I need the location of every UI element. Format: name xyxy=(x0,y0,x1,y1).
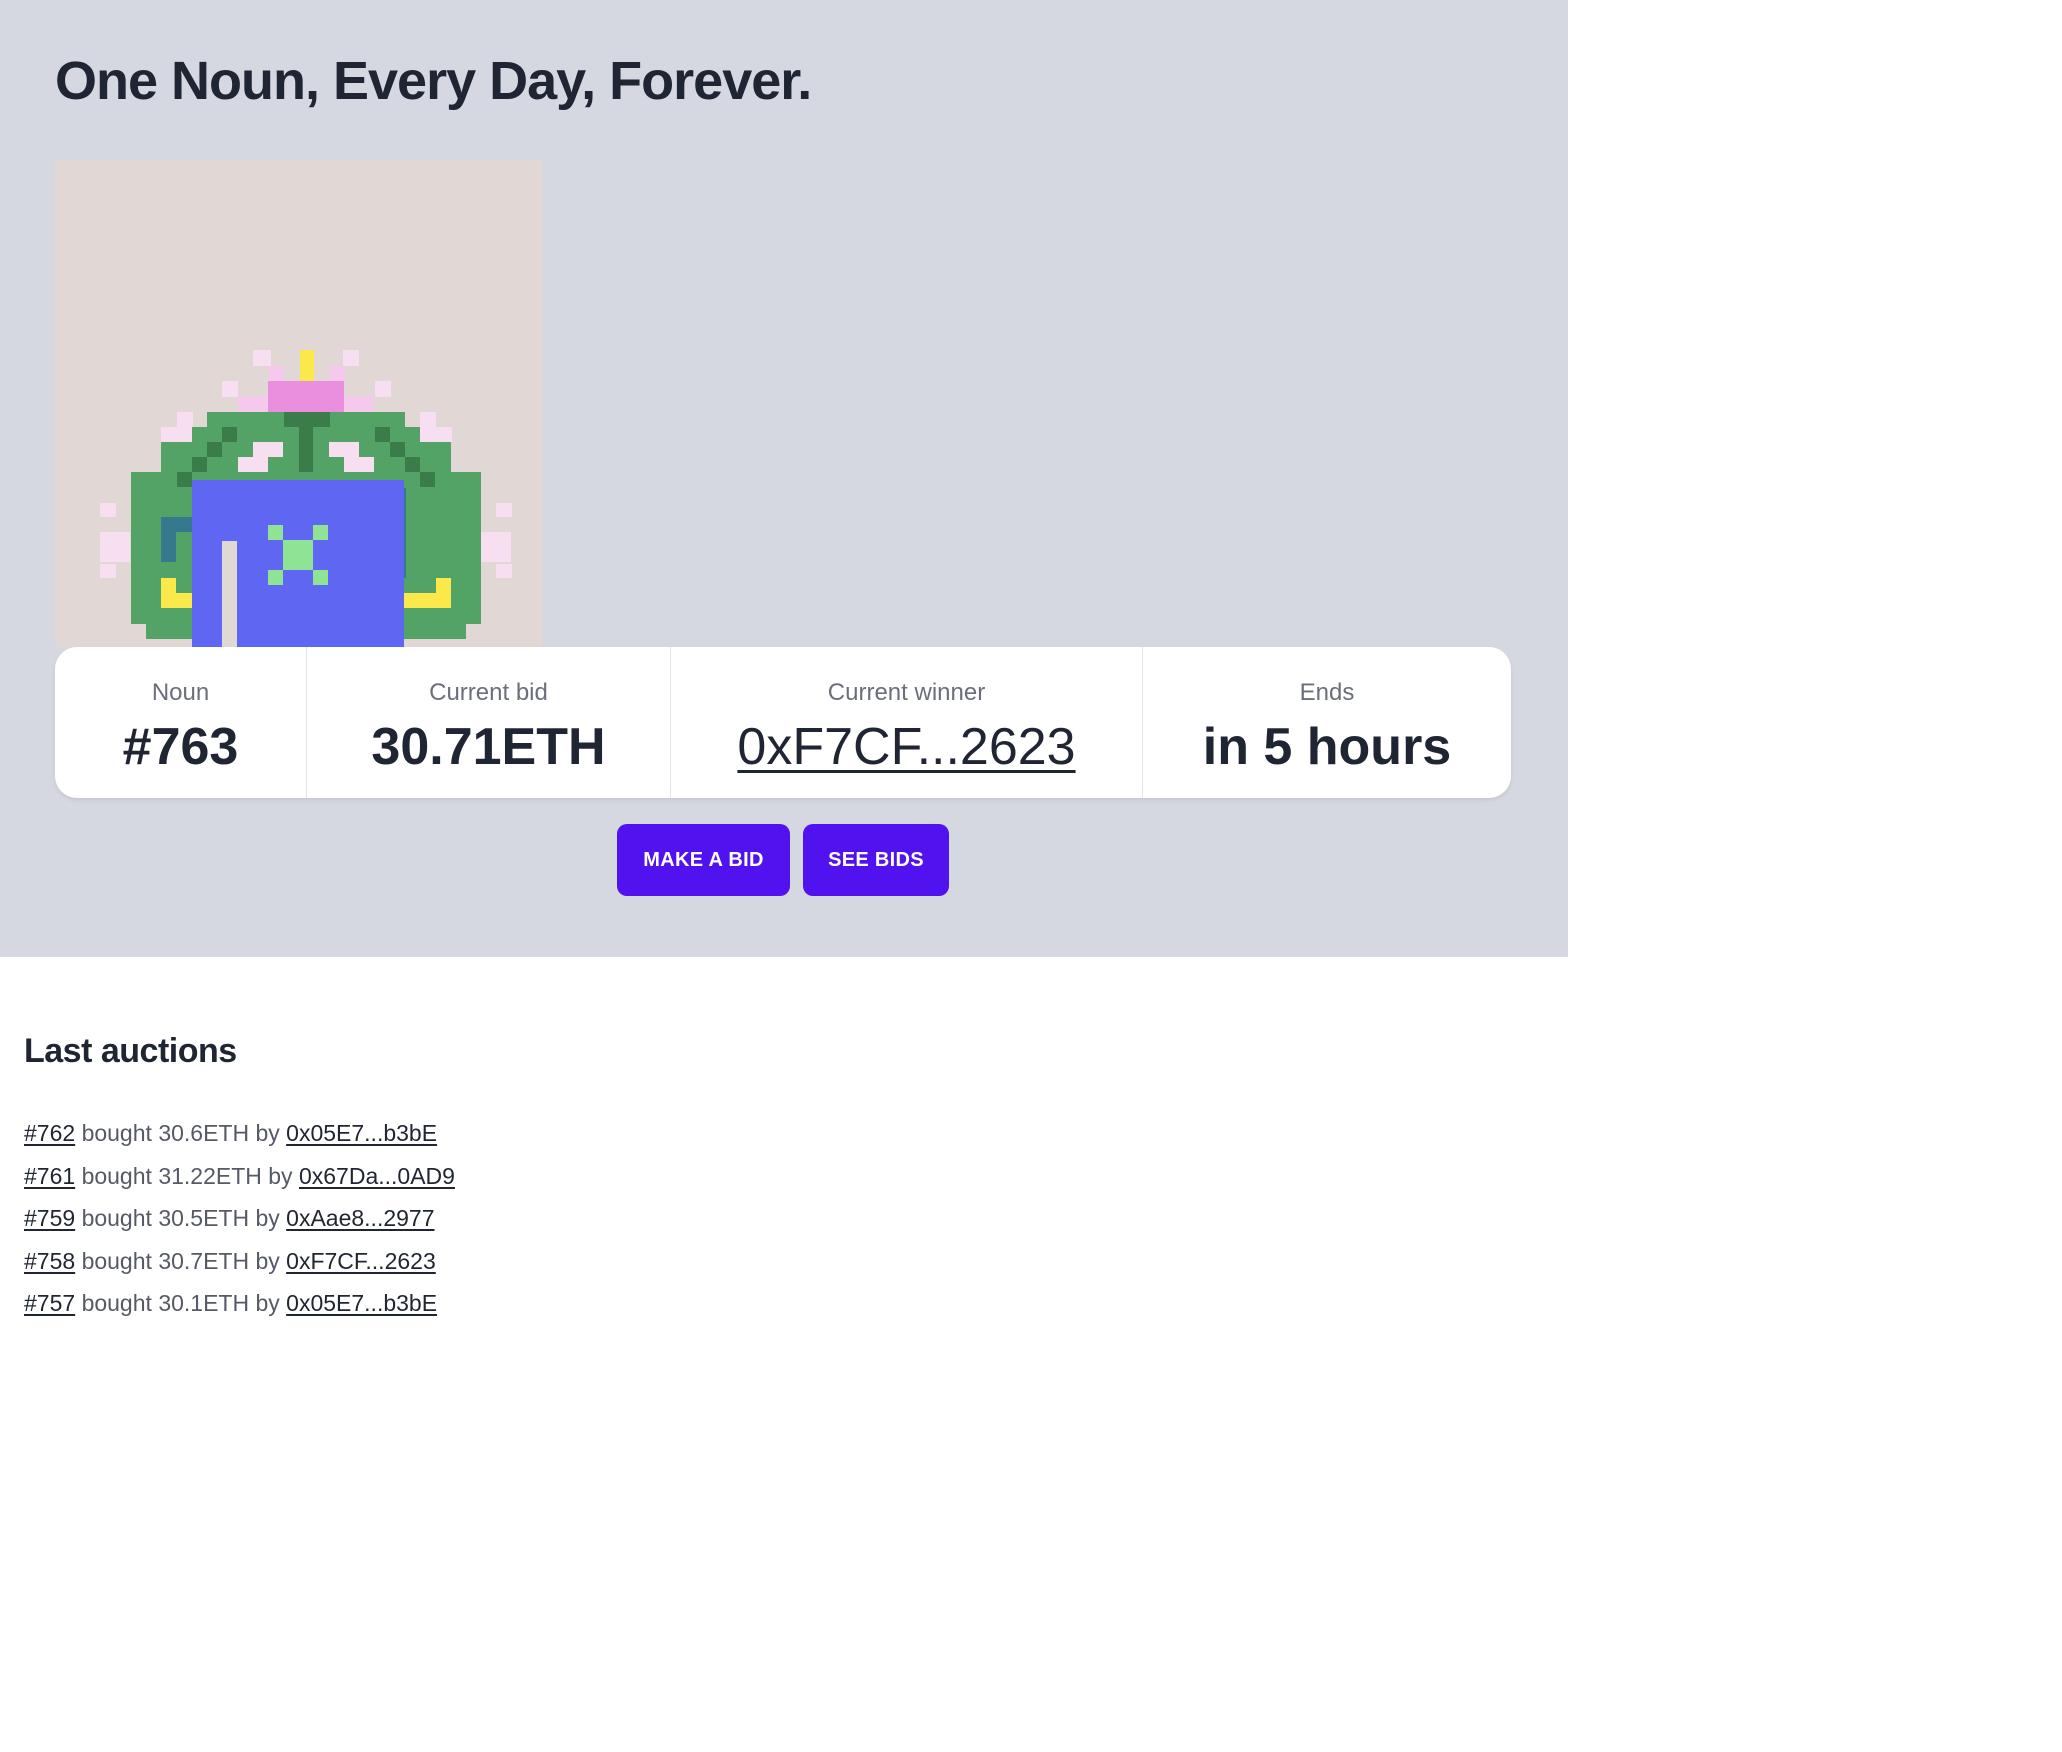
list-item: #757 bought 30.1ETH by 0x05E7...b3bE xyxy=(24,1290,724,1333)
ends-countdown: in 5 hours xyxy=(1202,718,1452,776)
auction-amount: 30.6ETH xyxy=(158,1120,250,1146)
list-item: #759 bought 30.5ETH by 0xAae8...2977 xyxy=(24,1205,724,1248)
by-word: by xyxy=(255,1205,280,1231)
auction-buyer-link[interactable]: 0xAae8...2977 xyxy=(286,1205,434,1231)
last-auctions-heading: Last auctions xyxy=(24,1032,237,1070)
last-auctions-list: #762 bought 30.6ETH by 0x05E7...b3bE #761… xyxy=(24,1120,724,1333)
stat-label-current-bid: Current bid xyxy=(429,679,548,706)
auction-amount: 30.7ETH xyxy=(158,1247,250,1274)
auction-noun-link[interactable]: #758 xyxy=(24,1248,75,1274)
auction-noun-link[interactable]: #762 xyxy=(24,1120,75,1146)
bought-word: bought xyxy=(81,1120,152,1146)
current-winner-link[interactable]: 0xF7CF...2623 xyxy=(737,719,1075,775)
noun-shirt-art xyxy=(192,480,404,647)
see-bids-button[interactable]: SEE BIDS xyxy=(803,824,949,896)
bought-word: bought xyxy=(81,1247,152,1274)
stat-ends: Ends in 5 hours xyxy=(1143,647,1511,798)
auction-buyer-link[interactable]: 0x05E7...b3bE xyxy=(286,1290,437,1316)
stat-label-current-winner: Current winner xyxy=(827,679,986,706)
auction-noun-link[interactable]: #759 xyxy=(24,1205,75,1231)
make-a-bid-button[interactable]: MAKE A BID xyxy=(617,824,790,896)
stat-label-noun: Noun xyxy=(151,679,210,706)
noun-image xyxy=(55,160,542,647)
auction-noun-link[interactable]: #757 xyxy=(24,1290,75,1316)
stat-current-bid: Current bid 30.71ETH xyxy=(307,647,671,798)
auction-amount: 30.5ETH xyxy=(158,1205,250,1231)
bought-word: bought xyxy=(81,1290,152,1316)
list-item: #758 bought 30.7ETH by 0xF7CF...2623 xyxy=(24,1248,724,1291)
last-auctions-section: Last auctions #762 bought 30.6ETH by 0x0… xyxy=(24,1032,455,1316)
list-item: #761 bought 31.22ETH by 0x67Da...0AD9 xyxy=(24,1163,724,1206)
by-word: by xyxy=(255,1290,280,1316)
auction-stats-panel: Noun #763 Current bid 30.71ETH Current w… xyxy=(55,647,1511,798)
page-title: One Noun, Every Day, Forever. xyxy=(55,51,812,111)
auction-buyer-link[interactable]: 0xF7CF...2623 xyxy=(286,1248,436,1274)
auction-buyer-link[interactable]: 0x67Da...0AD9 xyxy=(299,1163,455,1189)
by-word: by xyxy=(255,1120,280,1146)
current-bid-amount: 30.71ETH xyxy=(371,718,606,776)
auction-amount: 30.1ETH xyxy=(158,1290,250,1316)
bought-word: bought xyxy=(81,1205,152,1231)
auction-noun-link[interactable]: #761 xyxy=(24,1163,75,1189)
by-word: by xyxy=(268,1162,293,1189)
bought-word: bought xyxy=(81,1162,152,1189)
by-word: by xyxy=(255,1247,280,1274)
list-item: #762 bought 30.6ETH by 0x05E7...b3bE xyxy=(24,1120,724,1163)
stat-noun: Noun #763 xyxy=(55,647,307,798)
stat-current-winner: Current winner 0xF7CF...2623 xyxy=(671,647,1143,798)
auction-buyer-link[interactable]: 0x05E7...b3bE xyxy=(286,1120,437,1146)
auction-hero: One Noun, Every Day, Forever. Noun #763 … xyxy=(0,0,1568,957)
auction-amount: 31.22ETH xyxy=(158,1162,262,1189)
stat-label-ends: Ends xyxy=(1299,679,1355,706)
noun-number: #763 xyxy=(122,718,239,776)
